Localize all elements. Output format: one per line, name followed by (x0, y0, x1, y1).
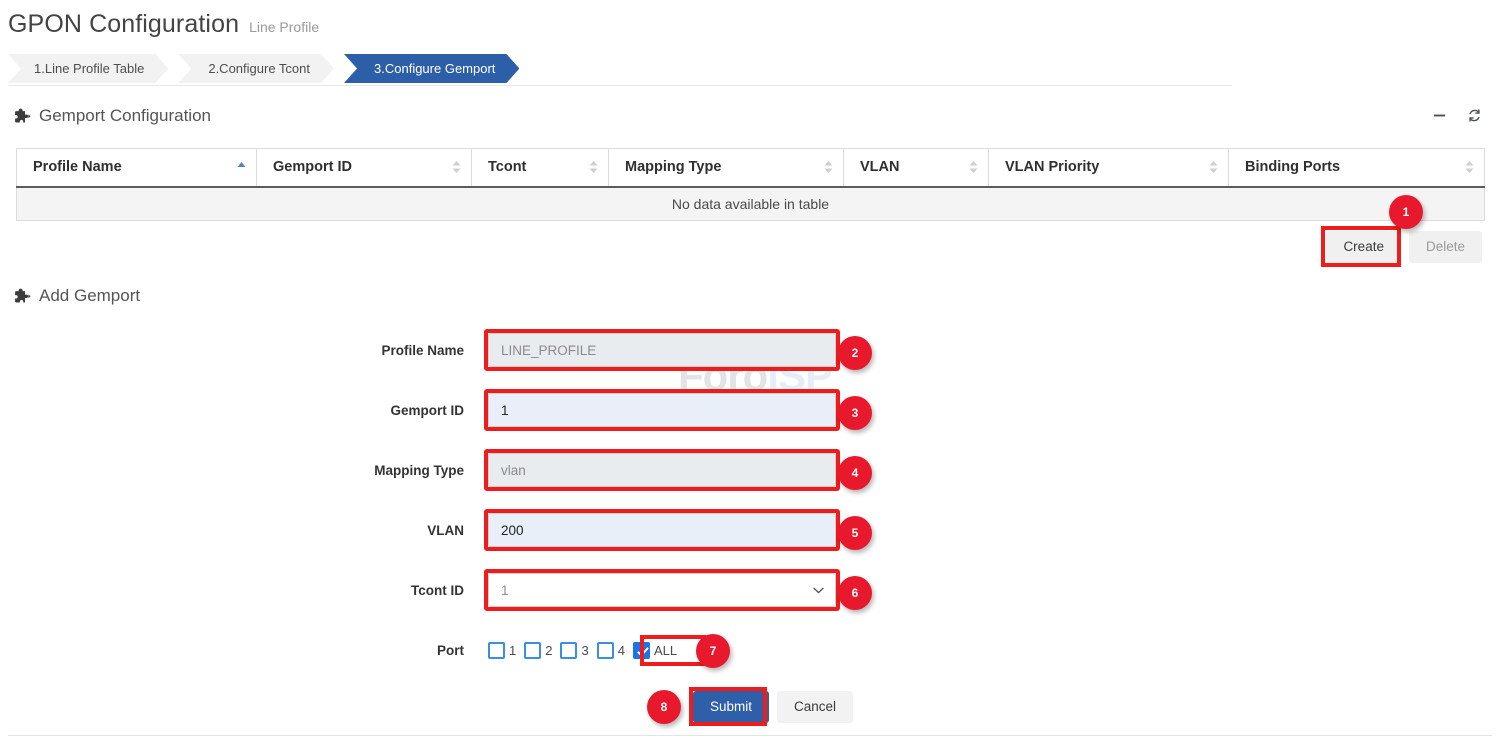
puzzle-icon (14, 108, 31, 125)
collapse-icon[interactable] (1432, 108, 1447, 123)
refresh-icon[interactable] (1467, 108, 1482, 123)
panel-tools (1432, 108, 1482, 123)
column-label: Tcont (488, 159, 526, 175)
form-action-row: 8 Submit Cancel (0, 690, 1500, 724)
checkbox-box (488, 642, 505, 659)
port-checkbox-group: 1 2 3 4 ALL (488, 642, 836, 659)
column-header-mapping-type[interactable]: Mapping Type (609, 149, 844, 187)
gemport-id-label: Gemport ID (0, 403, 488, 418)
form-row-profile-name: Profile Name 2 (0, 320, 1500, 380)
port-4-label: 4 (618, 643, 625, 658)
annotation-badge-4: 4 (838, 456, 872, 490)
add-gemport-header: Add Gemport (14, 286, 140, 306)
add-gemport-title: Add Gemport (39, 286, 140, 306)
checkbox-box-checked (633, 642, 650, 659)
gemport-id-control: 3 (488, 393, 836, 427)
gemport-table: Profile Name Gemport ID Tcont (16, 148, 1484, 221)
step-line-profile-table[interactable]: 1.Line Profile Table (8, 54, 168, 83)
gemport-configuration-header: Gemport Configuration (14, 106, 211, 126)
sort-asc-icon (237, 161, 246, 173)
sort-icon (1465, 160, 1474, 174)
cancel-button[interactable]: Cancel (777, 691, 853, 723)
port-all-label: ALL (654, 643, 677, 658)
mapping-type-field[interactable] (488, 453, 836, 487)
column-label: VLAN (860, 159, 899, 175)
table-header-row: Profile Name Gemport ID Tcont (17, 149, 1485, 187)
port-all-checkbox[interactable]: ALL (633, 642, 677, 659)
profile-name-label: Profile Name (0, 343, 488, 358)
column-header-vlan[interactable]: VLAN (844, 149, 989, 187)
sort-icon (1209, 160, 1218, 174)
submit-button[interactable]: Submit (693, 691, 769, 723)
vlan-label: VLAN (0, 523, 488, 538)
column-header-tcont[interactable]: Tcont (472, 149, 609, 187)
page-subtitle: Line Profile (249, 19, 319, 35)
port-3-checkbox[interactable]: 3 (560, 642, 588, 659)
panel-title: Gemport Configuration (39, 106, 211, 126)
profile-name-field[interactable] (488, 333, 836, 367)
delete-button[interactable]: Delete (1409, 231, 1482, 263)
sort-icon (824, 160, 833, 174)
mapping-type-label: Mapping Type (0, 463, 488, 478)
tcont-id-control: 6 (488, 573, 836, 607)
step-ribbon-divider (8, 85, 1232, 86)
form-row-port: Port 1 2 3 (0, 620, 1500, 680)
tcont-id-label: Tcont ID (0, 583, 488, 598)
sort-icon (452, 160, 461, 174)
page-header: GPON Configuration Line Profile (8, 10, 319, 39)
table-action-buttons: Create Delete (1326, 231, 1482, 263)
port-3-label: 3 (581, 643, 588, 658)
table-empty-message: No data available in table (17, 187, 1485, 221)
annotation-badge-2: 2 (838, 336, 872, 370)
step-configure-tcont[interactable]: 2.Configure Tcont (178, 54, 334, 83)
annotation-badge-7: 7 (696, 634, 730, 668)
port-2-label: 2 (545, 643, 552, 658)
column-label: Profile Name (33, 159, 122, 175)
column-header-profile-name[interactable]: Profile Name (17, 149, 257, 187)
port-2-checkbox[interactable]: 2 (524, 642, 552, 659)
checkbox-box (560, 642, 577, 659)
table-empty-row: No data available in table (17, 187, 1485, 221)
annotation-badge-6: 6 (838, 576, 872, 610)
create-button-wrapper: Create (1326, 231, 1401, 263)
footer-divider (8, 735, 1492, 736)
sort-icon (969, 160, 978, 174)
puzzle-icon (14, 288, 31, 305)
form-row-mapping-type: Mapping Type 4 (0, 440, 1500, 500)
vlan-field[interactable] (488, 513, 836, 547)
port-control: 1 2 3 4 ALL (488, 642, 836, 659)
create-button[interactable]: Create (1326, 231, 1401, 263)
checkbox-box (524, 642, 541, 659)
annotation-badge-5: 5 (838, 516, 872, 550)
column-header-binding-ports[interactable]: Binding Ports (1229, 149, 1485, 187)
port-4-checkbox[interactable]: 4 (597, 642, 625, 659)
profile-name-control: 2 (488, 333, 836, 367)
column-header-gemport-id[interactable]: Gemport ID (257, 149, 472, 187)
column-label: Gemport ID (273, 159, 352, 175)
form-row-tcont-id: Tcont ID 6 (0, 560, 1500, 620)
tcont-id-select[interactable] (488, 573, 836, 607)
vlan-control: 5 (488, 513, 836, 547)
submit-button-wrapper: Submit (693, 691, 769, 723)
step-ribbon: 1.Line Profile Table 2.Configure Tcont 3… (8, 54, 529, 83)
form-row-vlan: VLAN 5 (0, 500, 1500, 560)
column-label: Mapping Type (625, 159, 721, 175)
page-title: GPON Configuration (8, 10, 239, 39)
column-header-vlan-priority[interactable]: VLAN Priority (989, 149, 1229, 187)
port-1-label: 1 (509, 643, 516, 658)
port-label: Port (0, 643, 488, 658)
column-label: VLAN Priority (1005, 159, 1099, 175)
checkbox-box (597, 642, 614, 659)
mapping-type-control: 4 (488, 453, 836, 487)
step-configure-gemport[interactable]: 3.Configure Gemport (344, 54, 519, 83)
sort-icon (589, 160, 598, 174)
port-1-checkbox[interactable]: 1 (488, 642, 516, 659)
annotation-badge-8: 8 (647, 690, 681, 724)
form-row-gemport-id: Gemport ID 3 (0, 380, 1500, 440)
annotation-badge-1: 1 (1389, 195, 1423, 229)
add-gemport-form: Profile Name 2 Gemport ID 3 Mapping Type… (0, 320, 1500, 680)
gemport-id-field[interactable] (488, 393, 836, 427)
annotation-badge-3: 3 (838, 396, 872, 430)
column-label: Binding Ports (1245, 159, 1340, 175)
